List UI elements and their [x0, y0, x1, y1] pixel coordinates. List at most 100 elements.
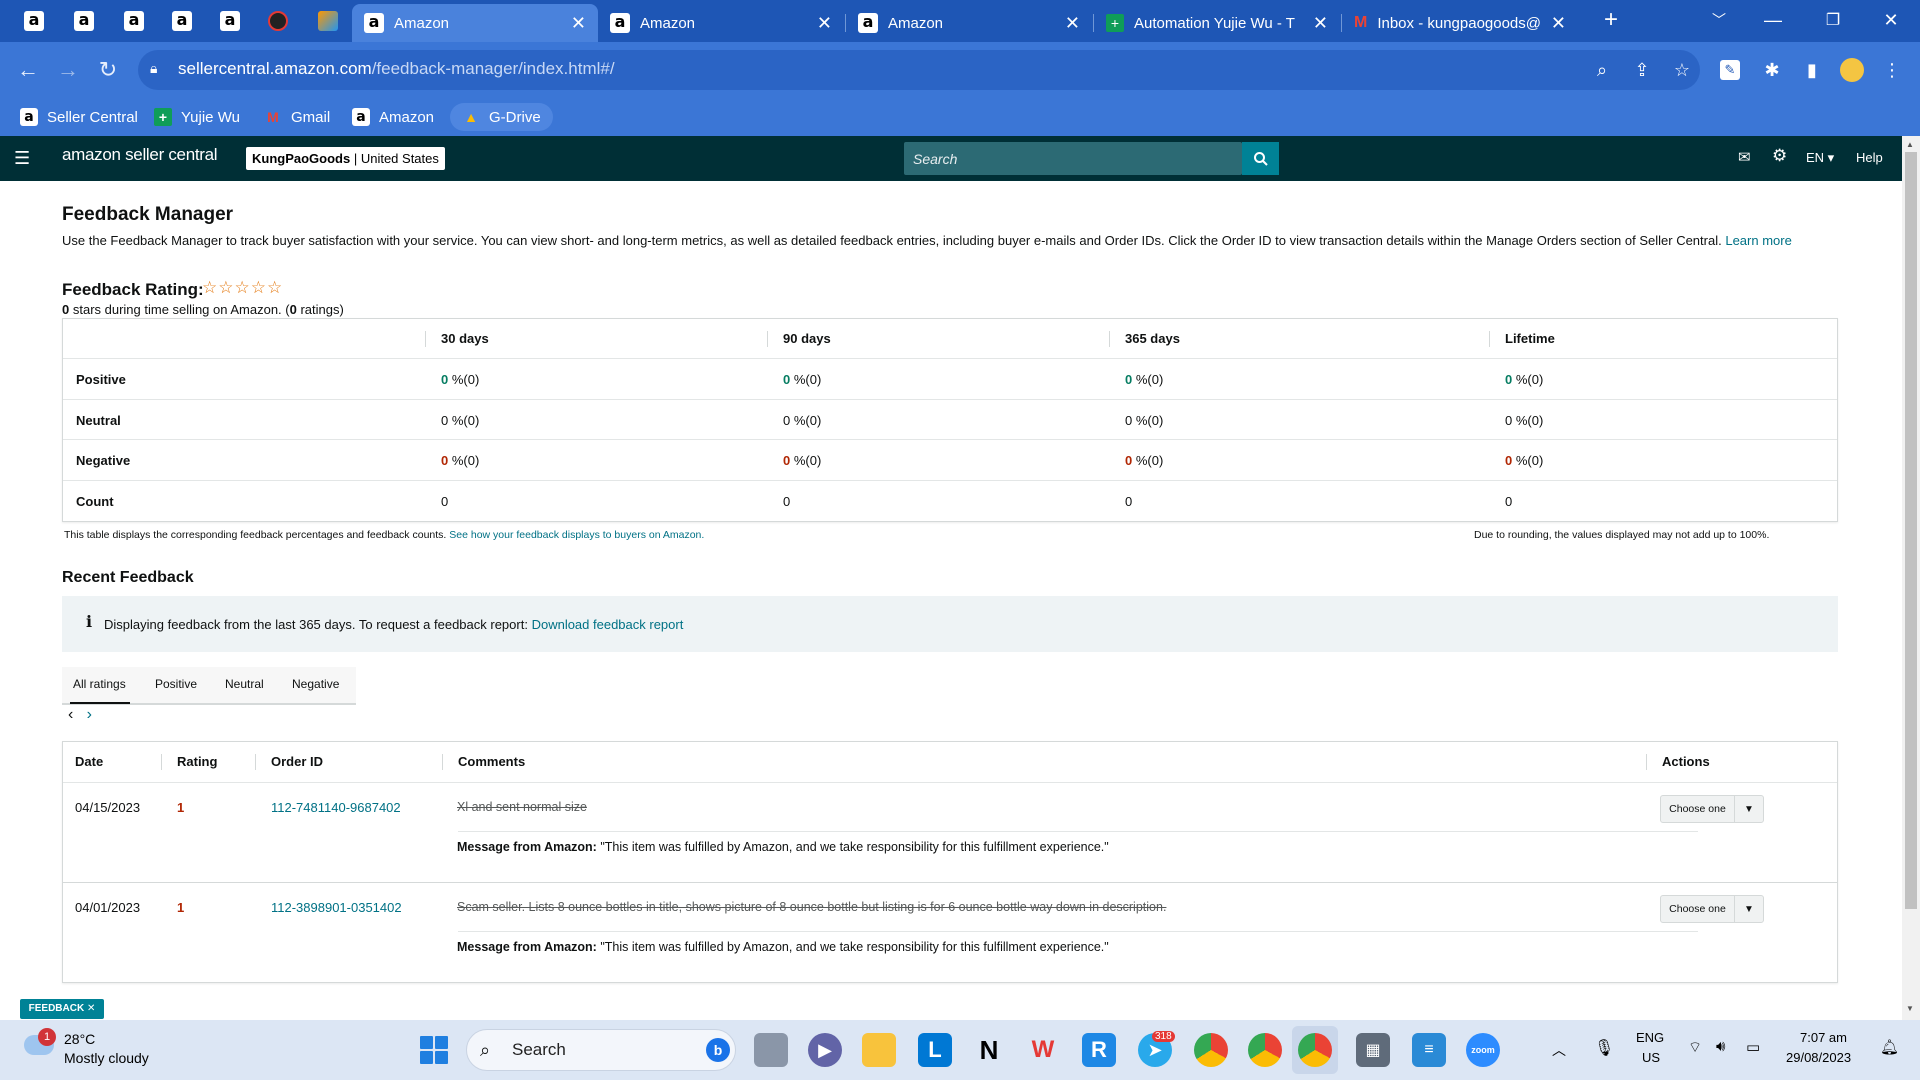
close-icon[interactable]: ✕ — [1313, 13, 1328, 34]
file-explorer-icon[interactable] — [862, 1033, 896, 1067]
url-path: /feedback-manager/index.html#/ — [371, 59, 615, 78]
task-view-icon[interactable] — [754, 1033, 788, 1067]
feedback-widget-tab[interactable]: FEEDBACK ✕ — [20, 999, 104, 1019]
chevron-right-icon[interactable]: › — [87, 706, 92, 723]
scroll-up-arrow-icon[interactable]: ▲ — [1906, 140, 1914, 149]
app-l-icon[interactable]: L — [918, 1033, 952, 1067]
pinned-tab-amazon[interactable]: a — [64, 6, 104, 36]
tab-automation-sheet[interactable]: + Automation Yujie Wu - T ✕ — [1094, 4, 1340, 42]
pinned-tab-tool[interactable] — [308, 6, 348, 36]
weather-description[interactable]: Mostly cloudy — [64, 1050, 149, 1066]
close-icon[interactable]: ✕ — [817, 13, 832, 34]
scroll-down-arrow-icon[interactable]: ▼ — [1906, 1004, 1914, 1013]
drive-icon: ▲ — [464, 109, 478, 125]
bing-icon[interactable]: b — [706, 1038, 730, 1062]
help-link[interactable]: Help — [1856, 150, 1883, 165]
chrome-icon[interactable] — [1248, 1033, 1282, 1067]
notepad-icon[interactable]: ≡ — [1412, 1033, 1446, 1067]
menu-kebab-icon[interactable]: ⋮ — [1880, 58, 1904, 82]
close-icon[interactable]: ✕ — [571, 13, 586, 34]
mail-icon[interactable]: ✉ — [1738, 148, 1751, 166]
chrome-icon[interactable] — [1298, 1033, 1332, 1067]
forward-arrow-icon[interactable]: → — [52, 54, 84, 86]
pinned-tab-extension[interactable] — [258, 6, 298, 36]
language-indicator-bottom[interactable]: US — [1642, 1050, 1660, 1065]
bookmark-yujie-wu[interactable]: + Yujie Wu — [148, 103, 246, 131]
bookmark-star-icon[interactable]: ☆ — [1670, 58, 1694, 82]
battery-icon[interactable]: ▭ — [1746, 1038, 1760, 1056]
settings-gear-icon[interactable]: ⚙ — [1772, 146, 1787, 166]
extension-icon[interactable]: ✎ — [1720, 60, 1740, 80]
pinned-tab-amazon[interactable]: a — [14, 6, 54, 36]
tab-positive[interactable]: Positive — [155, 677, 197, 691]
zoom-icon[interactable]: ⌕ — [1590, 58, 1614, 82]
language-indicator-top[interactable]: ENG — [1636, 1030, 1664, 1045]
chevron-up-icon[interactable]: ︿ — [1552, 1040, 1566, 1060]
order-id-link[interactable]: 112-7481140-9687402 — [271, 800, 401, 815]
pinned-tab-amazon[interactable]: a — [114, 6, 154, 36]
store-switcher[interactable]: KungPaoGoods | United States — [246, 147, 445, 170]
clock-date[interactable]: 29/08/2023 — [1786, 1050, 1851, 1065]
learn-more-link[interactable]: Learn more — [1725, 233, 1791, 248]
close-icon[interactable]: ✕ — [1065, 13, 1080, 34]
share-icon[interactable]: ⇪ — [1630, 58, 1654, 82]
tab-amazon-active[interactable]: a Amazon ✕ — [352, 4, 598, 42]
recent-feedback-title: Recent Feedback — [62, 569, 194, 586]
bookmark-seller-central[interactable]: a Seller Central — [14, 103, 144, 131]
pinned-tab-amazon[interactable]: a — [210, 6, 250, 36]
start-windows-icon[interactable] — [420, 1036, 448, 1064]
close-window-button[interactable]: ✕ — [1866, 0, 1916, 40]
tab-negative[interactable]: Negative — [292, 677, 339, 691]
bookmark-g-drive[interactable]: ▲ G-Drive — [450, 103, 553, 131]
minimize-button[interactable]: — — [1748, 0, 1798, 40]
notion-icon[interactable]: N — [972, 1033, 1006, 1067]
profile-avatar[interactable] — [1840, 58, 1864, 82]
url-text[interactable]: sellercentral.amazon.com/feedback-manage… — [178, 59, 615, 79]
wifi-icon[interactable]: ⌔ — [1688, 1038, 1702, 1057]
tab-search-chevron-icon[interactable]: ﹀ — [1694, 0, 1744, 40]
clock-time[interactable]: 7:07 am — [1800, 1030, 1847, 1045]
hamburger-menu-icon[interactable]: ☰ — [14, 148, 30, 169]
side-panel-icon[interactable]: ▮ — [1800, 58, 1824, 82]
calculator-icon[interactable]: ▦ — [1356, 1033, 1390, 1067]
notification-icon[interactable]: 🔔︎ — [1880, 1038, 1899, 1056]
volume-icon[interactable]: 🔊︎ — [1716, 1038, 1725, 1055]
wps-icon[interactable]: W — [1026, 1033, 1060, 1067]
scrollbar-thumb[interactable] — [1905, 152, 1917, 909]
tab-amazon[interactable]: a Amazon ✕ — [846, 4, 1092, 42]
weather-temperature[interactable]: 28°C — [64, 1031, 95, 1047]
bookmark-amazon[interactable]: a Amazon — [346, 103, 440, 131]
feedback-display-link[interactable]: See how your feedback displays to buyers… — [449, 529, 704, 541]
language-selector[interactable]: EN ▾ — [1806, 150, 1834, 166]
tab-neutral[interactable]: Neutral — [225, 677, 264, 691]
tab-title: Amazon — [394, 14, 450, 32]
chevron-down-icon: ▼ — [1744, 803, 1754, 815]
chevron-left-icon[interactable]: ‹ — [68, 706, 73, 723]
chat-icon[interactable]: ▶ — [808, 1033, 842, 1067]
close-icon[interactable]: ✕ — [1551, 13, 1566, 34]
new-tab-button[interactable]: + — [1586, 0, 1636, 40]
bookmark-gmail[interactable]: M Gmail — [258, 103, 336, 131]
metrics-header-row: 30 days 90 days 365 days Lifetime — [63, 319, 1837, 359]
download-feedback-report-link[interactable]: Download feedback report — [532, 617, 684, 632]
app-r-icon[interactable]: R — [1082, 1033, 1116, 1067]
tab-gmail[interactable]: M Inbox - kungpaogoods@ ✕ — [1342, 4, 1578, 42]
extensions-puzzle-icon[interactable]: ✱ — [1760, 58, 1784, 82]
tab-amazon[interactable]: a Amazon ✕ — [598, 4, 844, 42]
restore-button[interactable]: ❐ — [1808, 0, 1858, 40]
rating-summary-text: stars during time selling on Amazon. ( — [69, 302, 290, 317]
tab-all-ratings[interactable]: All ratings — [73, 677, 126, 691]
back-arrow-icon[interactable]: ← — [12, 54, 44, 86]
microphone-icon[interactable]: 🎙︎ — [1594, 1038, 1614, 1058]
search-button[interactable] — [1242, 142, 1279, 175]
metric-suffix: %(0) — [790, 372, 822, 387]
actions-dropdown[interactable]: Choose one ▼ — [1660, 795, 1764, 823]
actions-dropdown[interactable]: Choose one ▼ — [1660, 895, 1764, 923]
order-id-link[interactable]: 112-3898901-0351402 — [271, 900, 402, 915]
seller-central-logo[interactable]: amazon seller central — [62, 145, 218, 165]
chrome-icon[interactable] — [1194, 1033, 1228, 1067]
pinned-tab-amazon[interactable]: a — [162, 6, 202, 36]
taskbar-search-box[interactable] — [466, 1029, 736, 1071]
zoom-icon[interactable]: zoom — [1466, 1033, 1500, 1067]
reload-icon[interactable]: ↻ — [92, 54, 124, 86]
